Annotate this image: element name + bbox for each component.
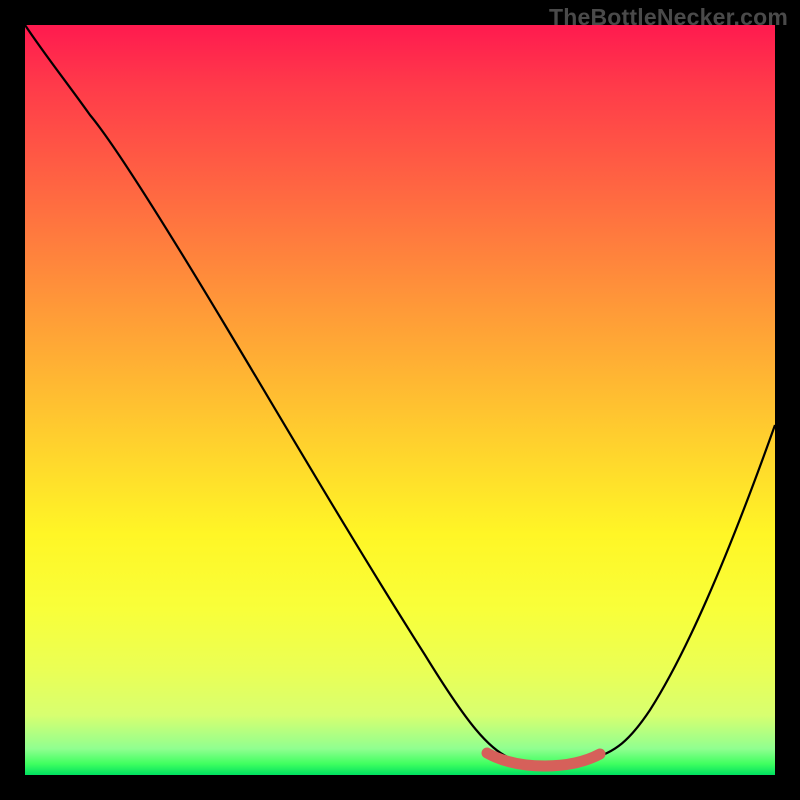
optimum-flat-segment xyxy=(487,753,600,766)
chart-plot-area xyxy=(25,25,775,775)
bottleneck-curve-svg xyxy=(25,25,775,775)
watermark-text: TheBottleNecker.com xyxy=(549,4,788,31)
bottleneck-curve xyxy=(25,25,775,764)
